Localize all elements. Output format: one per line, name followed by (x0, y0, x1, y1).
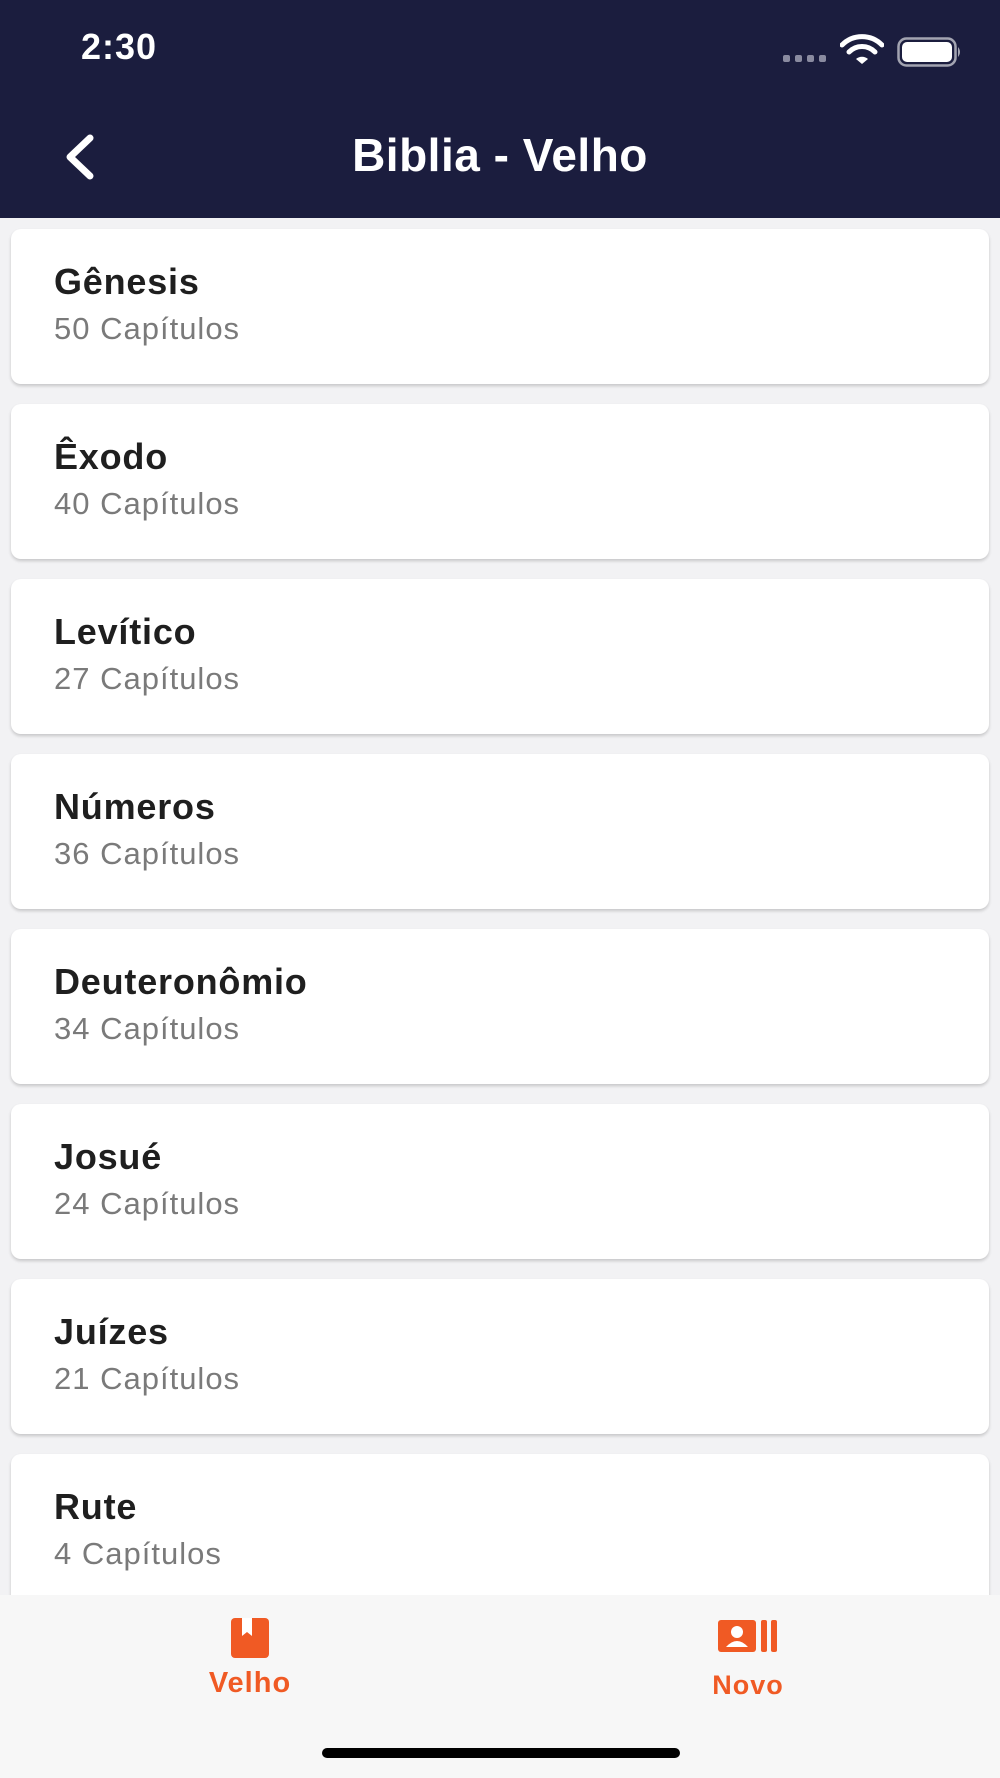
book-chapter-count: 50 Capítulos (54, 311, 241, 346)
book-item[interactable]: Êxodo 40 Capítulos (11, 404, 989, 559)
book-item[interactable]: Deuteronômio 34 Capítulos (11, 929, 989, 1084)
cellular-signal-icon (783, 55, 826, 62)
book-item[interactable]: Números 36 Capítulos (11, 754, 989, 909)
wifi-icon (840, 34, 884, 64)
book-name: Êxodo (54, 436, 169, 477)
book-name: Gênesis (54, 261, 200, 302)
book-item[interactable]: Juízes 21 Capítulos (11, 1279, 989, 1434)
book-chapter-count: 24 Capítulos (54, 1186, 241, 1221)
book-name: Josué (54, 1136, 163, 1177)
tab-label: Novo (712, 1670, 784, 1700)
book-name: Rute (54, 1486, 138, 1527)
book-name: Deuteronômio (54, 961, 308, 1002)
book-item[interactable]: Gênesis 50 Capítulos (11, 229, 989, 384)
book-name: Números (54, 786, 216, 827)
book-list[interactable]: Gênesis 50 Capítulos Êxodo 40 Capítulos … (0, 218, 1000, 1595)
book-chapter-count: 27 Capítulos (54, 661, 241, 696)
bottom-tab-bar: Velho Novo (0, 1595, 1000, 1778)
book-chapter-count: 21 Capítulos (54, 1361, 241, 1396)
book-item[interactable]: Josué 24 Capítulos (11, 1104, 989, 1259)
book-chapter-count: 40 Capítulos (54, 486, 241, 521)
book-name: Levítico (54, 611, 197, 652)
book-item[interactable]: Rute 4 Capítulos (11, 1454, 989, 1595)
battery-icon (897, 37, 960, 67)
book-chapter-count: 34 Capítulos (54, 1011, 241, 1046)
book-name: Juízes (54, 1311, 169, 1352)
book-item[interactable]: Levítico 27 Capítulos (11, 579, 989, 734)
page-title: Biblia - Velho (352, 129, 648, 181)
tab-label: Velho (208, 1667, 292, 1699)
tab-velho[interactable]: Velho (100, 1595, 400, 1735)
home-indicator (322, 1748, 680, 1758)
book-icon (231, 1618, 269, 1658)
tab-novo[interactable]: Novo (598, 1595, 898, 1735)
status-time: 2:30 (81, 26, 158, 67)
book-chapter-count: 36 Capítulos (54, 836, 241, 871)
contacts-book-icon (718, 1620, 777, 1652)
book-chapter-count: 4 Capítulos (54, 1536, 222, 1571)
app-header: 2:30 Biblia - Velho (0, 0, 1000, 218)
